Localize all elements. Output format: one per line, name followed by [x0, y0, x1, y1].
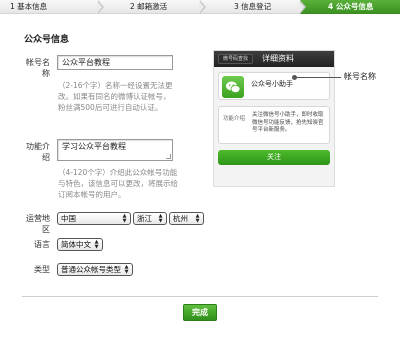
- country-select[interactable]: 中国 ▲ ▼: [57, 212, 131, 225]
- preview-info-text: 关注微信号小助手，即时收取微信号功能反馈，抢先知晓官号平台新服务。: [252, 112, 324, 133]
- select-arrows-icon: ▲ ▼: [94, 239, 99, 250]
- preview-header: 微号码查找 详细资料: [214, 51, 334, 67]
- step-arrow-icon: [299, 0, 306, 14]
- location-label: 运营地区: [26, 214, 50, 234]
- step-arrow-icon: [199, 0, 206, 14]
- city-select[interactable]: 杭州 ▲ ▼: [169, 212, 204, 225]
- preview-title: 详细资料: [262, 54, 294, 63]
- annotation-line: [295, 77, 341, 78]
- language-select[interactable]: 简体中文 ▲ ▼: [57, 238, 103, 251]
- step-email-activation: 2 邮箱激活: [98, 0, 206, 14]
- language-label: 语言: [34, 240, 50, 249]
- step-registration: 3 信息登记: [200, 0, 306, 14]
- step-label: 1 基本信息: [10, 2, 48, 11]
- intro-text: 学习公众平台教程: [62, 142, 126, 151]
- step-account-info: 4 公众号信息: [300, 0, 400, 14]
- step-progress-bar: 1 基本信息 2 邮箱激活 3 信息登记 4 公众号信息: [0, 0, 400, 14]
- preview-follow-button: 关注: [218, 150, 330, 165]
- province-select[interactable]: 浙江 ▲ ▼: [133, 212, 167, 225]
- select-arrows-icon: ▲ ▼: [158, 213, 163, 224]
- account-name-hint: （2-16个字）名称一经设置无法更改。如果有同名的微博认证帐号，粉丝满500后可…: [58, 81, 173, 112]
- step-arrow-icon: [97, 0, 104, 14]
- select-arrows-icon: ▲ ▼: [195, 213, 200, 224]
- profile-preview: 微号码查找 详细资料 公众号小助手 功能介绍 关注微信号小助手，即时收取微信号功…: [213, 50, 335, 187]
- done-button[interactable]: 完成: [183, 304, 217, 321]
- preview-back-button: 微号码查找: [218, 54, 254, 64]
- preview-info-label: 功能介绍: [223, 116, 246, 122]
- divider: [22, 296, 378, 297]
- section-title: 公众号信息: [24, 35, 70, 45]
- language-value: 简体中文: [61, 240, 91, 249]
- type-select[interactable]: 普通公众帐号类型 ▲ ▼: [57, 263, 133, 276]
- select-arrows-icon: ▲ ▼: [122, 213, 127, 224]
- resize-handle-icon[interactable]: [166, 154, 171, 159]
- type-value: 普通公众帐号类型: [61, 265, 121, 274]
- wechat-logo-icon: [222, 76, 244, 98]
- intro-textarea[interactable]: 学习公众平台教程: [57, 139, 173, 161]
- intro-hint: （4-120个字）介绍此公众帐号功能与特色，该信息可以更改，将展示给订阅本帐号的…: [58, 168, 178, 199]
- annotation-label: 帐号名称: [344, 72, 376, 81]
- select-arrows-icon: ▲ ▼: [124, 264, 129, 275]
- country-value: 中国: [61, 214, 76, 223]
- city-value: 杭州: [173, 214, 188, 223]
- step-label: 4 公众号信息: [328, 2, 374, 11]
- intro-label: 功能介绍: [26, 142, 50, 162]
- account-name-label: 帐号名称: [26, 58, 50, 78]
- step-basic-info: 1 基本信息: [0, 0, 104, 14]
- step-label: 3 信息登记: [234, 2, 272, 11]
- step-label: 2 邮箱激活: [130, 2, 168, 11]
- account-name-input[interactable]: 公众平台教程: [57, 55, 173, 70]
- province-value: 浙江: [137, 214, 152, 223]
- preview-account-name: 公众号小助手: [251, 80, 293, 88]
- preview-info-card: 功能介绍 关注微信号小助手，即时收取微信号功能反馈，抢先知晓官号平台新服务。: [218, 106, 330, 144]
- type-label: 类型: [34, 265, 50, 274]
